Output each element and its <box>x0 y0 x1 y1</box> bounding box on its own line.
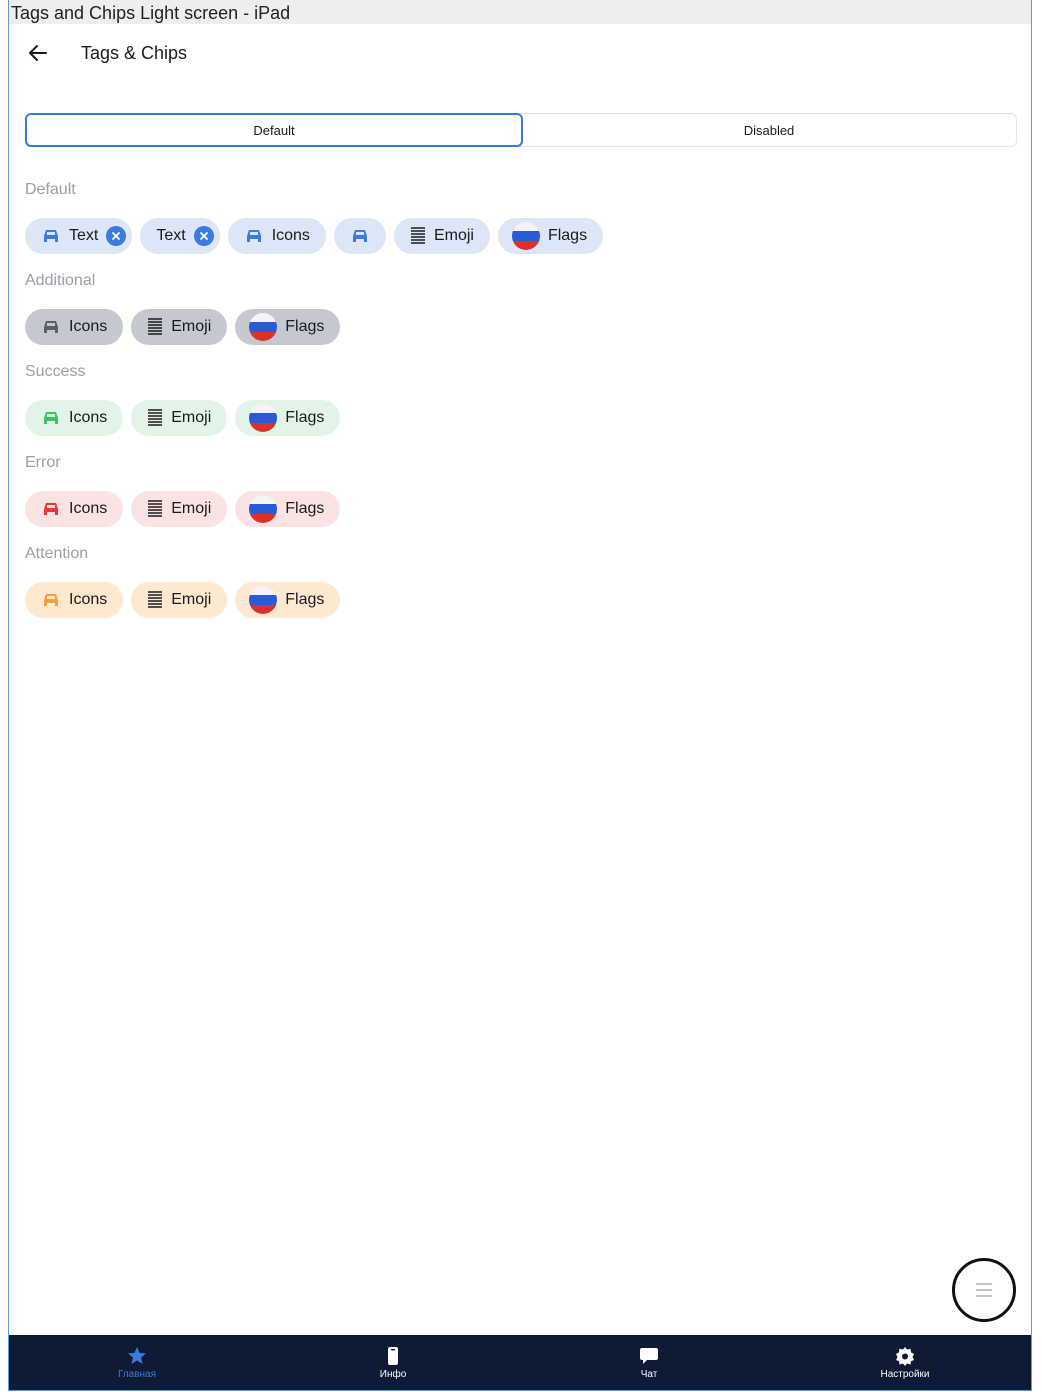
chip-label: Emoji <box>433 227 474 244</box>
russia-flag-icon <box>249 313 278 341</box>
tab-home[interactable]: Главная <box>9 1335 265 1390</box>
tab-label: Настройки <box>880 1369 930 1380</box>
section-title-error: Error <box>25 454 61 471</box>
chip-label: Flags <box>285 500 325 517</box>
chips-row-default: Text Text Icons Emoji Flags <box>25 218 604 254</box>
car-icon <box>44 412 58 424</box>
chip-label: Icons <box>69 318 108 335</box>
chip-emoji[interactable]: Emoji <box>393 218 490 254</box>
list-lines-icon <box>148 591 163 608</box>
chips-row-additional: Icons Emoji Flags <box>25 309 341 345</box>
chip-label: Icons <box>69 409 108 426</box>
gear-icon <box>896 1347 914 1366</box>
tab-label: Главная <box>117 1369 157 1380</box>
chip-icons[interactable]: Icons <box>227 218 326 254</box>
tab-label: Инфо <box>379 1369 407 1380</box>
chips-row-error: Icons Emoji Flags <box>25 491 341 527</box>
tab-label: Чат <box>640 1369 658 1380</box>
russia-flag-icon <box>249 586 278 614</box>
app-bar: Tags & Chips <box>9 24 1031 84</box>
chip-emoji[interactable]: Emoji <box>131 309 228 345</box>
chip-label: Icons <box>271 227 310 244</box>
menu-fab-button[interactable] <box>952 1258 1016 1322</box>
chip-text-with-icon[interactable]: Text <box>25 218 133 254</box>
segment-default[interactable]: Default <box>25 113 523 147</box>
car-icon <box>44 230 58 242</box>
chip-label: Emoji <box>171 591 212 608</box>
chips-row-success: Icons Emoji Flags <box>25 400 341 436</box>
chips-row-attention: Icons Emoji Flags <box>25 582 341 618</box>
arrow-left-icon <box>29 45 47 61</box>
chip-emoji[interactable]: Emoji <box>131 491 228 527</box>
section-title-attention: Attention <box>25 545 89 562</box>
star-icon <box>128 1347 146 1364</box>
chip-label: Icons <box>69 591 108 608</box>
chat-bubble-icon <box>640 1348 658 1364</box>
section-title-default: Default <box>25 181 76 198</box>
chip-label: Emoji <box>171 409 212 426</box>
chip-label: Text <box>69 227 99 244</box>
close-circle-icon[interactable] <box>106 226 127 246</box>
tab-chat[interactable]: Чат <box>521 1335 777 1390</box>
device-frame: Tags and Chips Light screen - iPad Tags … <box>8 0 1032 1391</box>
car-icon <box>352 230 367 242</box>
segmented-control: Default Disabled <box>25 113 1017 147</box>
menu-icon <box>976 1283 992 1297</box>
section-title-additional: Additional <box>25 272 96 289</box>
section-title-success: Success <box>25 363 86 380</box>
bottom-tab-bar: Главная Инфо Чат Настройки <box>9 1335 1031 1390</box>
page-title: Tags & Chips <box>81 43 188 63</box>
chip-emoji[interactable]: Emoji <box>131 400 228 436</box>
tab-info[interactable]: Инфо <box>265 1335 521 1390</box>
list-lines-icon <box>148 318 163 335</box>
chip-flags[interactable]: Flags <box>497 218 604 254</box>
chip-label: Flags <box>285 591 325 608</box>
list-lines-icon <box>410 227 425 244</box>
car-icon <box>246 230 261 242</box>
chip-text[interactable]: Text <box>140 218 220 254</box>
chip-flags[interactable]: Flags <box>235 491 341 527</box>
chip-label: Emoji <box>171 318 212 335</box>
russia-flag-icon <box>249 404 278 432</box>
list-lines-icon <box>148 409 163 426</box>
phone-icon <box>388 1347 398 1365</box>
segment-disabled[interactable]: Disabled <box>522 114 1016 146</box>
window-title: Tags and Chips Light screen - iPad <box>9 0 1031 24</box>
russia-flag-icon <box>249 495 278 523</box>
chip-icons[interactable]: Icons <box>25 582 124 618</box>
chip-icon-only[interactable] <box>333 218 386 254</box>
chip-label: Text <box>156 227 186 244</box>
chip-label: Emoji <box>171 500 212 517</box>
chip-icons[interactable]: Icons <box>25 309 124 345</box>
close-circle-icon[interactable] <box>193 226 214 246</box>
chip-label: Flags <box>285 318 325 335</box>
car-icon <box>44 321 58 333</box>
car-icon <box>44 503 58 515</box>
list-lines-icon <box>148 500 163 517</box>
chip-flags[interactable]: Flags <box>235 400 341 436</box>
chip-label: Flags <box>547 227 588 244</box>
chip-flags[interactable]: Flags <box>235 309 341 345</box>
chip-flags[interactable]: Flags <box>235 582 341 618</box>
chip-icons[interactable]: Icons <box>25 400 124 436</box>
chip-icons[interactable]: Icons <box>25 491 124 527</box>
car-icon <box>44 594 58 606</box>
tab-settings[interactable]: Настройки <box>777 1335 1031 1390</box>
back-button[interactable] <box>23 38 53 68</box>
chip-label: Flags <box>285 409 325 426</box>
chip-emoji[interactable]: Emoji <box>131 582 228 618</box>
russia-flag-icon <box>511 222 540 250</box>
chip-label: Icons <box>69 500 108 517</box>
